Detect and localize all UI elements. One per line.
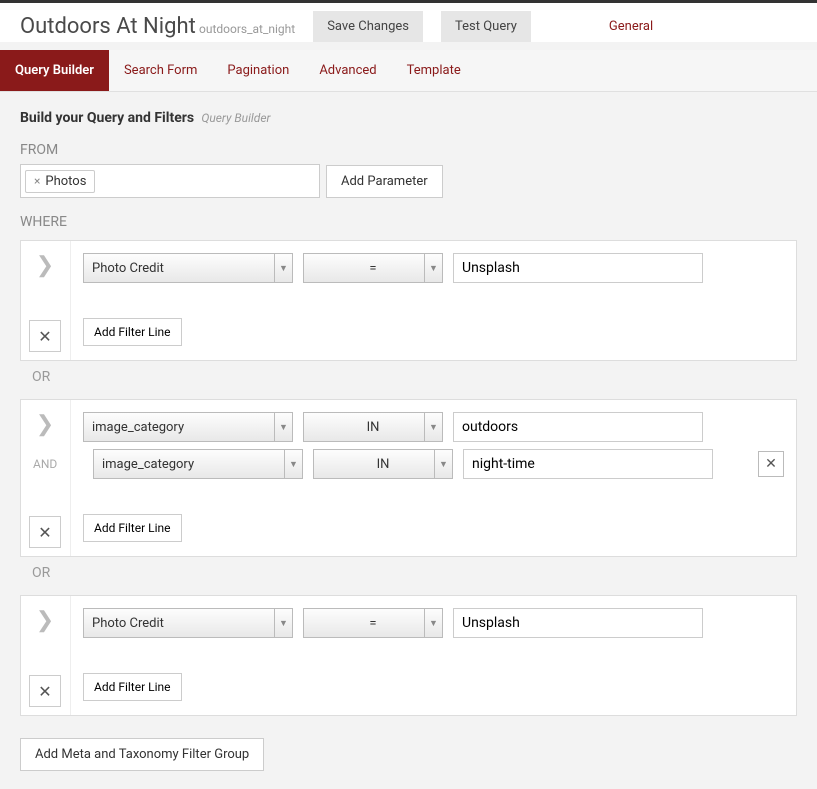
filter-group: ❯ ✕ Photo Credit ▼ = ▼ Add Filter Line (20, 240, 797, 361)
from-label: FROM (20, 142, 797, 158)
remove-group-button[interactable]: ✕ (29, 516, 61, 548)
chevron-right-icon[interactable]: ❯ (29, 249, 61, 281)
operator-value: IN (367, 420, 380, 435)
filter-group: ❯ ✕ Photo Credit ▼ = ▼ Add Filter Line (20, 595, 797, 716)
filter-group: ❯ ✕ image_category ▼ IN ▼ AND image_cate… (20, 399, 797, 557)
chevron-down-icon: ▼ (424, 609, 442, 637)
and-label: AND (33, 457, 71, 471)
value-input[interactable] (463, 449, 713, 479)
add-filter-line-button[interactable]: Add Filter Line (83, 318, 182, 346)
from-tags[interactable]: × Photos (20, 164, 320, 198)
chevron-down-icon: ▼ (424, 254, 442, 282)
chevron-down-icon: ▼ (424, 413, 442, 441)
chevron-down-icon: ▼ (274, 254, 292, 282)
page-title: Outdoors At Night outdoors_at_night (20, 14, 295, 39)
chevron-down-icon: ▼ (434, 450, 452, 478)
remove-group-button[interactable]: ✕ (29, 320, 61, 352)
or-label: OR (20, 361, 797, 389)
operator-select[interactable]: IN ▼ (313, 449, 453, 479)
tab-search-form[interactable]: Search Form (109, 50, 212, 91)
field-value: image_category (102, 457, 194, 472)
or-label: OR (20, 557, 797, 585)
field-select[interactable]: image_category ▼ (93, 449, 303, 479)
add-parameter-button[interactable]: Add Parameter (326, 165, 443, 198)
remove-group-button[interactable]: ✕ (29, 675, 61, 707)
add-filter-line-button[interactable]: Add Filter Line (83, 514, 182, 542)
add-filter-line-button[interactable]: Add Filter Line (83, 673, 182, 701)
section-title: Build your Query and Filters (20, 110, 194, 126)
remove-row-button[interactable]: ✕ (758, 451, 784, 477)
tab-query-builder[interactable]: Query Builder (0, 50, 109, 91)
title-text: Outdoors At Night (20, 14, 196, 39)
field-value: Photo Credit (92, 616, 164, 631)
value-input[interactable] (453, 412, 703, 442)
operator-value: = (369, 261, 376, 276)
chevron-down-icon: ▼ (274, 609, 292, 637)
field-select[interactable]: Photo Credit ▼ (83, 253, 293, 283)
general-link[interactable]: General (609, 19, 653, 34)
operator-value: = (369, 616, 376, 631)
field-select[interactable]: Photo Credit ▼ (83, 608, 293, 638)
value-input[interactable] (453, 253, 703, 283)
tab-template[interactable]: Template (392, 50, 476, 91)
filter-row: image_category ▼ IN ▼ (83, 412, 784, 442)
remove-tag-icon[interactable]: × (34, 174, 40, 188)
where-label: WHERE (20, 214, 797, 230)
field-select[interactable]: image_category ▼ (83, 412, 293, 442)
add-group-button[interactable]: Add Meta and Taxonomy Filter Group (20, 738, 264, 771)
tab-advanced[interactable]: Advanced (304, 50, 391, 91)
tabs: Query BuilderSearch FormPaginationAdvanc… (0, 50, 817, 92)
section-heading: Build your Query and Filters Query Build… (20, 110, 797, 126)
filter-row: Photo Credit ▼ = ▼ (83, 608, 784, 638)
save-button[interactable]: Save Changes (313, 11, 423, 42)
chevron-right-icon[interactable]: ❯ (29, 604, 61, 636)
header: Outdoors At Night outdoors_at_night Save… (0, 3, 817, 42)
value-input[interactable] (453, 608, 703, 638)
filter-row: Photo Credit ▼ = ▼ (83, 253, 784, 283)
slug-text: outdoors_at_night (199, 22, 295, 36)
tag-label: Photos (45, 174, 86, 189)
operator-select[interactable]: IN ▼ (303, 412, 443, 442)
field-value: image_category (92, 420, 184, 435)
operator-select[interactable]: = ▼ (303, 608, 443, 638)
chevron-down-icon: ▼ (274, 413, 292, 441)
filter-row: AND image_category ▼ IN ▼ ✕ (83, 449, 784, 479)
operator-select[interactable]: = ▼ (303, 253, 443, 283)
tab-pagination[interactable]: Pagination (212, 50, 304, 91)
field-value: Photo Credit (92, 261, 164, 276)
chevron-down-icon: ▼ (284, 450, 302, 478)
test-query-button[interactable]: Test Query (441, 11, 531, 42)
from-tag[interactable]: × Photos (25, 170, 95, 193)
chevron-right-icon[interactable]: ❯ (29, 408, 61, 440)
operator-value: IN (377, 457, 390, 472)
section-sub: Query Builder (201, 111, 270, 125)
